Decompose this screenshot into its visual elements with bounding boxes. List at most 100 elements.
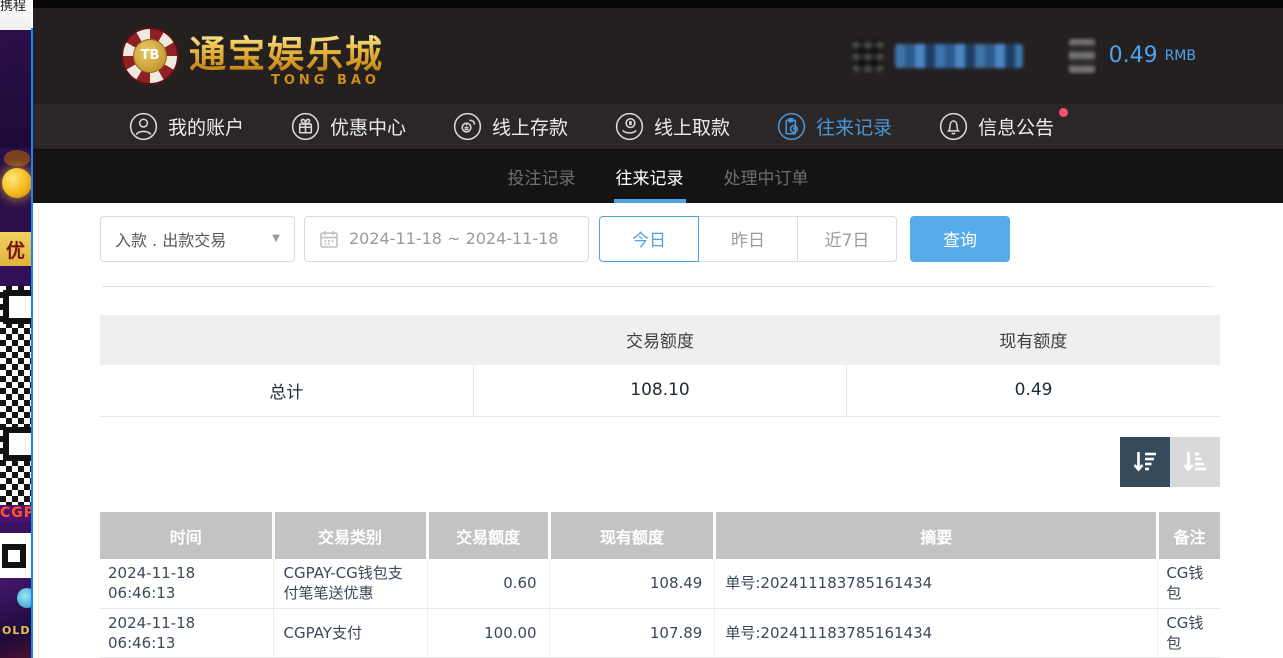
nav-label: 线上存款 [492,113,568,140]
background-window-title-text: 携程 [0,0,26,14]
username-redacted [895,44,1023,68]
game-art-circle [17,588,31,608]
summary-table: 交易额度 现有额度 总计 108.10 0.49 [100,315,1220,418]
cell-summary: 单号:202411183785161434 [715,559,1158,608]
summary-header-trade-amount: 交易额度 [473,315,846,365]
tab-bet-records[interactable]: 投注记录 [506,150,578,202]
deposit-icon [453,112,482,141]
nav-label: 往来记录 [816,113,892,140]
sort-descending-button[interactable] [1120,437,1170,487]
col-header-note: 备注 [1158,512,1220,559]
cell-balance: 108.49 [549,559,715,608]
wallet-icon-redacted [1069,39,1095,73]
game-art-fragment: OLD [0,578,31,658]
background-banner-purple-3 [0,522,31,533]
quick-filter-group: 今日 昨日 近7日 [599,216,897,262]
nav-item-promotions[interactable]: 优惠中心 [291,112,406,141]
gift-icon [291,112,320,141]
game-art-text: OLD [2,624,31,637]
tab-transaction-records[interactable]: 往来记录 [614,150,686,202]
col-header-balance: 现有额度 [549,512,715,559]
logo-chip-icon: TB [121,27,179,85]
nav-label: 信息公告 [978,113,1054,140]
cell-time: 2024-11-18 06:46:13 [100,608,273,658]
sort-ascending-button[interactable] [1170,437,1220,487]
cell-amount: 100.00 [427,608,549,658]
tab-label: 投注记录 [508,164,576,189]
background-window-title: 携程 [0,0,31,30]
nav-item-deposit[interactable]: 线上存款 [453,112,568,141]
transaction-type-select[interactable]: 入款 . 出款交易 ▼ [100,216,295,262]
cgp-text: CGP [0,505,31,521]
tab-label: 往来记录 [616,164,684,189]
cell-type: CGPAY-CG钱包支付笔笔送优惠 [273,559,427,608]
section-divider [102,286,1213,287]
nav-label: 线上取款 [654,113,730,140]
calendar-icon [319,229,339,249]
table-row: 2024-11-18 06:46:13 CGPAY-CG钱包支付笔笔送优惠 0.… [100,559,1220,608]
tab-bar: 投注记录 往来记录 处理中订单 [33,150,1283,202]
cell-balance: 107.89 [549,608,715,658]
nav-item-transaction-records[interactable]: 往来记录 [777,112,892,141]
date-range-input[interactable]: 2024-11-18 ~ 2024-11-18 [304,216,589,262]
site-header: TB 通宝娱乐城 TONG BAO 0.49 RMB [33,8,1283,104]
summary-header-balance: 现有额度 [847,315,1220,365]
quick-filter-last7days[interactable]: 近7日 [797,216,897,262]
cell-summary: 单号:202411183785161434 [715,608,1158,658]
cell-amount: 0.60 [427,559,549,608]
qr-marker-icon [2,544,26,568]
cell-note: CG钱包 [1158,559,1220,608]
gold-coin-banner-fragment [0,148,31,232]
summary-header-row: 交易额度 现有额度 [100,315,1220,365]
logo-chip-label: TB [133,39,167,73]
cell-note: CG钱包 [1158,608,1220,658]
summary-total-row: 总计 108.10 0.49 [100,365,1220,417]
notification-badge-dot [1059,108,1068,117]
page-root: 携程 优 CGP OLD TB 通宝娱乐城 TONG BAO [0,0,1283,658]
col-header-summary: 摘要 [715,512,1158,559]
summary-total-balance: 0.49 [847,365,1220,417]
sort-ascending-icon [1180,447,1210,477]
logo-text: 通宝娱乐城 TONG BAO [189,24,384,88]
nav-item-announcements[interactable]: 信息公告 [939,112,1054,141]
summary-header-empty [100,315,473,365]
records-table: 时间 交易类别 交易额度 现有额度 摘要 备注 2024-11-18 06:46… [100,512,1220,658]
user-icon [129,112,158,141]
balance-amount: 0.49 [1109,43,1158,68]
filter-row: 入款 . 出款交易 ▼ 2024-11-18 ~ 2024-11-18 今日 昨… [100,216,1220,262]
quick-filter-today[interactable]: 今日 [599,216,699,262]
qr-code-fragment [0,286,31,505]
nav-label: 优惠中心 [330,113,406,140]
sort-controls [33,437,1220,487]
date-range-value: 2024-11-18 ~ 2024-11-18 [349,229,559,248]
col-header-amount: 交易额度 [427,512,549,559]
promo-banner-fragment: 优 [0,232,31,266]
chevron-down-icon: ▼ [272,233,280,244]
records-header-row: 时间 交易类别 交易额度 现有额度 摘要 备注 [100,512,1220,559]
records-icon [777,112,806,141]
nav-item-my-account[interactable]: 我的账户 [129,112,244,141]
site-logo[interactable]: TB 通宝娱乐城 TONG BAO [121,24,384,88]
user-area: 0.49 RMB [853,39,1196,73]
table-row: 2024-11-18 06:46:13 CGPAY支付 100.00 107.8… [100,608,1220,658]
main-nav: 我的账户 优惠中心 线上存款 线上取款 往来记录 信息公告 [33,104,1283,150]
col-header-type: 交易类别 [273,512,427,559]
bell-icon [939,112,968,141]
main-window: TB 通宝娱乐城 TONG BAO 0.49 RMB 我的账户 [33,0,1283,658]
quick-filter-yesterday[interactable]: 昨日 [698,216,798,262]
content-area: 入款 . 出款交易 ▼ 2024-11-18 ~ 2024-11-18 今日 昨… [33,203,1283,658]
withdraw-icon [615,112,644,141]
summary-total-trade-amount: 108.10 [473,365,846,417]
logo-title: 通宝娱乐城 [189,24,384,78]
sort-descending-icon [1130,447,1160,477]
logo-subtitle: TONG BAO [189,73,384,88]
background-banner-purple [0,30,31,148]
search-button[interactable]: 查询 [910,216,1010,262]
tab-label: 处理中订单 [724,164,809,189]
background-banner-purple-2 [0,266,31,286]
cell-type: CGPAY支付 [273,608,427,658]
nav-label: 我的账户 [168,113,244,140]
tab-pending-orders[interactable]: 处理中订单 [722,150,811,202]
nav-item-withdraw[interactable]: 线上取款 [615,112,730,141]
gold-coin-icon [2,168,31,198]
